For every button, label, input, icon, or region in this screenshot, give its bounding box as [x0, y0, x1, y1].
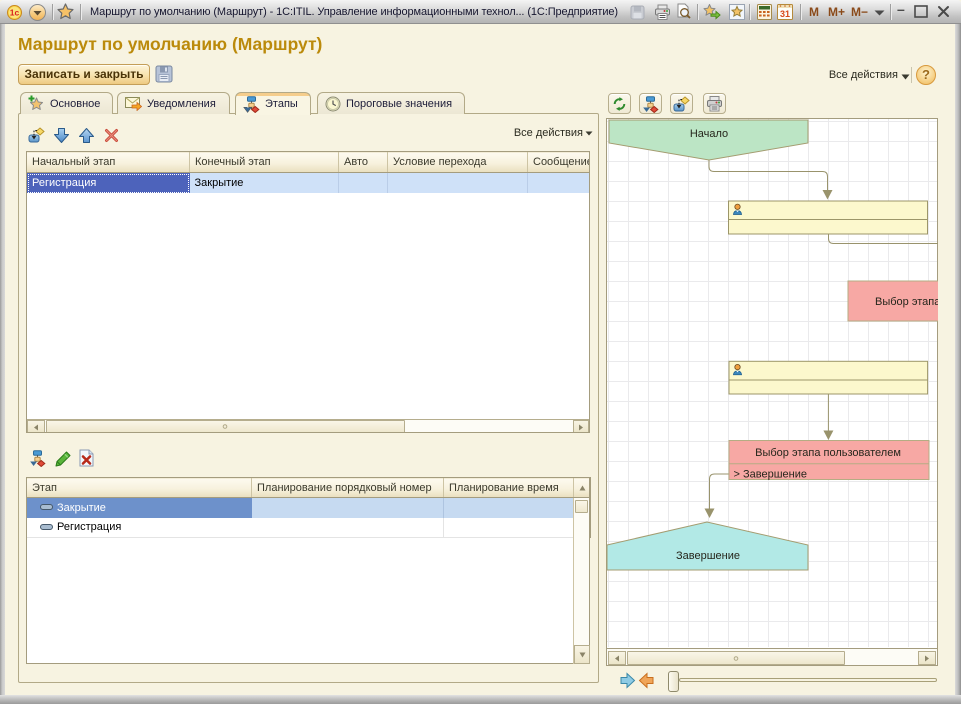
svg-text:31: 31 — [780, 9, 790, 19]
svg-text:Завершение: Завершение — [676, 550, 740, 562]
svg-text:> Завершение: > Завершение — [734, 469, 807, 481]
svg-text:Выбор этапа: Выбор этапа — [875, 296, 938, 308]
svg-text:Выбор этапа пользователем: Выбор этапа пользователем — [755, 447, 901, 459]
svg-text:1c: 1c — [10, 8, 20, 18]
svg-text:Начало: Начало — [690, 128, 728, 140]
